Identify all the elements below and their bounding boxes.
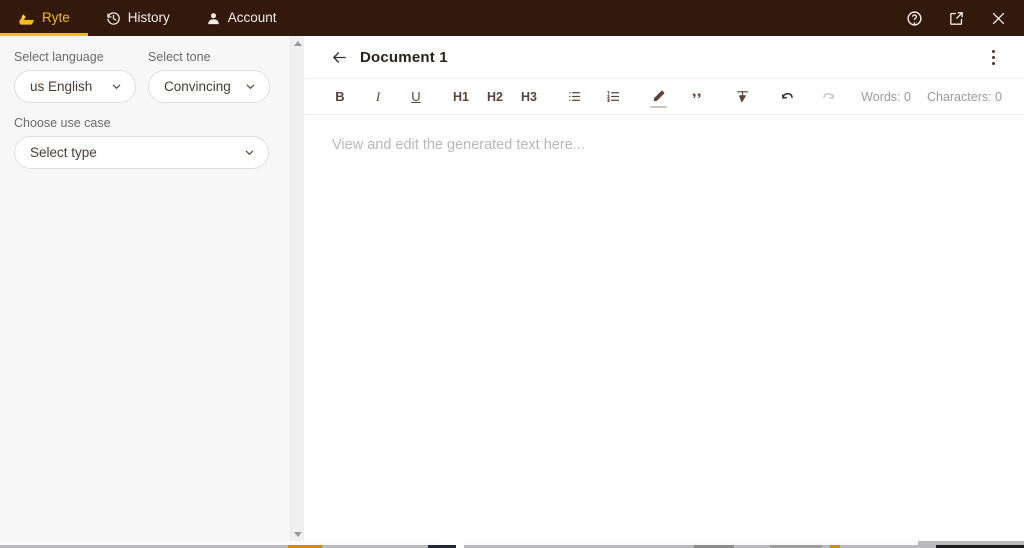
bullet-list-icon <box>569 92 581 101</box>
sidebar-field-row: Select language us English Select tone C… <box>0 50 290 116</box>
highlighter-color-bar <box>649 105 667 108</box>
scroll-up-arrow-icon[interactable] <box>291 36 305 50</box>
nav-tab-label: History <box>127 10 170 26</box>
editor-counters: Words: 0 Characters: 0 <box>861 90 1002 104</box>
app-window: Ryte History Account Select language us … <box>0 0 1024 548</box>
tone-label: Select tone <box>148 50 211 64</box>
person-icon <box>207 12 219 24</box>
bold-button[interactable]: B <box>329 84 351 110</box>
document-header: Document 1 <box>305 36 1024 78</box>
back-arrow-icon[interactable] <box>329 47 349 67</box>
nav-tab-label: Ryte <box>42 10 70 26</box>
redo-button[interactable] <box>816 84 840 110</box>
chevron-down-icon <box>111 81 122 92</box>
nav-tab-account[interactable]: Account <box>188 0 295 36</box>
document-title: Document 1 <box>360 48 448 66</box>
nav-tab-history[interactable]: History <box>88 0 188 36</box>
language-field: Select language us English <box>14 50 136 103</box>
heading-1-button[interactable]: H1 <box>449 84 473 110</box>
tone-select[interactable]: Convincing <box>148 70 270 103</box>
undo-arrow-icon <box>781 92 793 99</box>
external-link-icon[interactable] <box>946 8 966 28</box>
top-navigation-bar: Ryte History Account <box>0 0 1024 36</box>
nav-tab-label: Account <box>227 10 277 26</box>
document-editor-pane: Document 1 B I U H1 H2 H3 Words: 0 Chara… <box>305 36 1024 541</box>
use-case-value: Select type <box>30 145 97 160</box>
quote-icon <box>692 93 701 99</box>
language-select[interactable]: us English <box>14 70 136 103</box>
redo-arrow-icon <box>823 92 835 99</box>
sidebar-scrollbar[interactable] <box>290 36 304 541</box>
clear-formatting-icon <box>736 91 749 103</box>
numbered-list-icon <box>607 91 620 102</box>
heading-2-button[interactable]: H2 <box>483 84 507 110</box>
close-icon[interactable] <box>988 8 1008 28</box>
help-icon[interactable] <box>904 8 924 28</box>
undo-button[interactable] <box>776 84 800 110</box>
tone-field: Select tone Convincing <box>148 50 270 103</box>
language-label: Select language <box>14 50 104 64</box>
highlighter-pen-icon <box>653 90 665 102</box>
language-value: us English <box>30 79 93 94</box>
kebab-menu-icon[interactable] <box>984 47 1002 67</box>
use-case-field: Choose use case Select type <box>0 116 290 169</box>
word-count: Words: 0 <box>861 89 911 104</box>
italic-button[interactable]: I <box>367 84 389 110</box>
tone-value: Convincing <box>164 79 231 94</box>
highlighter-button[interactable] <box>647 84 670 110</box>
clock-history-icon <box>107 11 120 25</box>
heading-3-button[interactable]: H3 <box>517 84 541 110</box>
document-body[interactable]: View and edit the generated text here... <box>305 115 1024 153</box>
settings-sidebar: Select language us English Select tone C… <box>0 36 290 541</box>
character-count: Characters: 0 <box>926 89 1002 104</box>
use-case-label: Choose use case <box>14 116 111 130</box>
bullet-list-button[interactable] <box>563 84 586 110</box>
underline-button[interactable]: U <box>405 84 427 110</box>
numbered-list-button[interactable] <box>602 84 625 110</box>
nav-tab-ryte[interactable]: Ryte <box>0 0 88 36</box>
clear-format-button[interactable] <box>731 84 754 110</box>
scroll-down-arrow-icon[interactable] <box>291 527 305 541</box>
hand-logo-icon <box>19 13 34 25</box>
editor-placeholder: View and edit the generated text here... <box>332 137 585 153</box>
chevron-down-icon <box>244 147 255 158</box>
formatting-toolbar: B I U H1 H2 H3 Words: 0 Characters: 0 <box>305 78 1024 115</box>
use-case-select[interactable]: Select type <box>14 136 269 169</box>
chevron-down-icon <box>245 81 256 92</box>
nav-actions <box>904 0 1024 36</box>
background-page-sliver <box>0 541 1024 548</box>
blockquote-button[interactable] <box>686 84 709 110</box>
